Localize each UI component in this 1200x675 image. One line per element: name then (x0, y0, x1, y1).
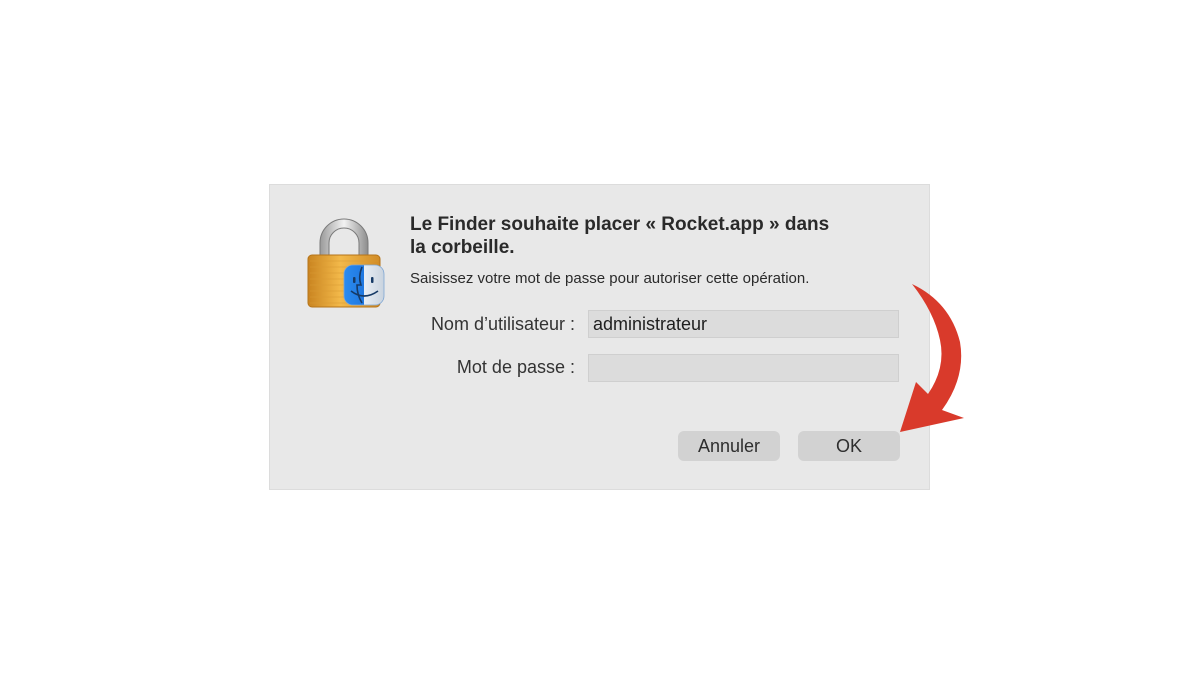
username-field[interactable] (588, 310, 899, 338)
cancel-button[interactable]: Annuler (678, 431, 780, 461)
dialog-subtitle: Saisissez votre mot de passe pour autori… (410, 270, 810, 287)
red-curved-arrow-icon (900, 284, 964, 432)
page: Le Finder souhaite placer « Rocket.app »… (0, 0, 1200, 675)
lock-icon (307, 218, 385, 308)
dialog-title-line-1: Le Finder souhaite placer « Rocket.app »… (410, 214, 830, 235)
authentication-dialog: Le Finder souhaite placer « Rocket.app »… (270, 185, 929, 489)
username-label: Nom d’utilisateur : (430, 314, 575, 334)
finder-icon (343, 264, 385, 306)
dialog-title: Le Finder souhaite placer « Rocket.app »… (410, 213, 890, 259)
password-label: Mot de passe : (456, 357, 575, 377)
dialog-title-line-2: la corbeille. (410, 237, 515, 258)
password-field[interactable] (588, 354, 899, 382)
